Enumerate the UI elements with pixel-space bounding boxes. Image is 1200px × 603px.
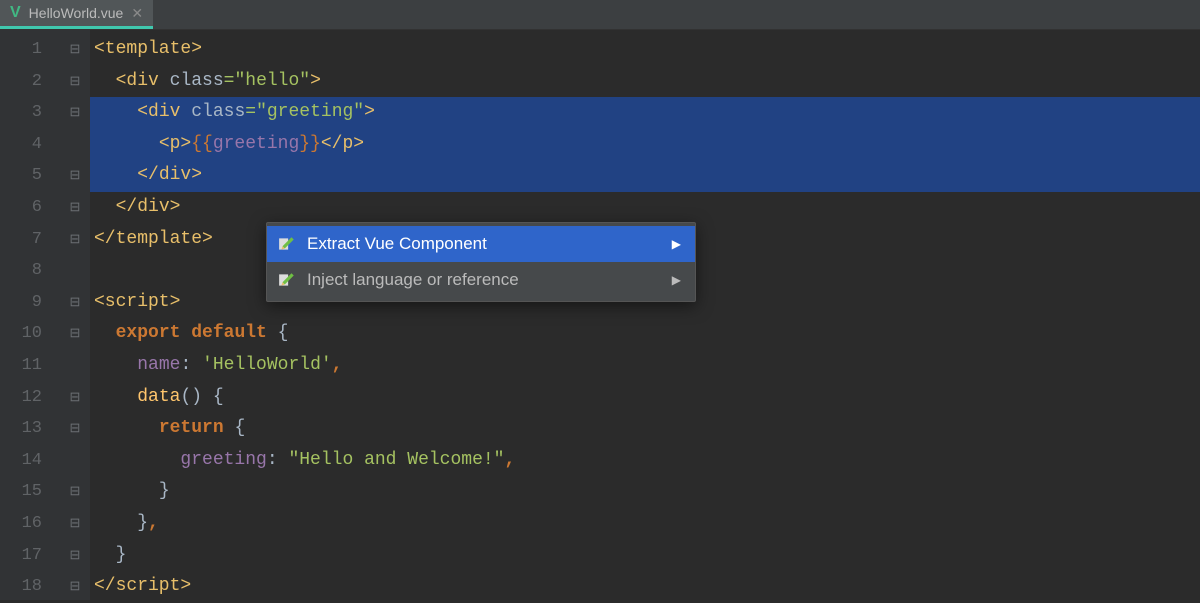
menu-item-label: Extract Vue Component	[307, 234, 487, 254]
code-line[interactable]: export default {	[90, 318, 1200, 350]
code-line[interactable]: return {	[90, 413, 1200, 445]
line-number: 16	[0, 508, 60, 540]
line-number: 5	[0, 160, 60, 192]
fold-marker[interactable]	[60, 508, 90, 540]
code-line[interactable]: <template>	[90, 34, 1200, 66]
fold-marker[interactable]	[60, 287, 90, 319]
code-line[interactable]: },	[90, 508, 1200, 540]
line-number: 2	[0, 66, 60, 98]
tab-bar: V HelloWorld.vue ✕	[0, 0, 1200, 30]
code-line[interactable]: </div>	[90, 192, 1200, 224]
menu-item-label: Inject language or reference	[307, 270, 519, 290]
fold-marker[interactable]	[60, 224, 90, 256]
fold-marker[interactable]	[60, 255, 90, 287]
line-number: 18	[0, 571, 60, 603]
line-number: 4	[0, 129, 60, 161]
line-number: 12	[0, 382, 60, 414]
code-line[interactable]: }	[90, 476, 1200, 508]
fold-marker[interactable]	[60, 350, 90, 382]
code-area[interactable]: <template> <div class="hello"> <div clas…	[90, 30, 1200, 600]
line-number: 14	[0, 445, 60, 477]
code-line[interactable]: </script>	[90, 571, 1200, 603]
menu-item-inject-language[interactable]: Inject language or reference ▶	[267, 262, 695, 298]
code-line[interactable]: name: 'HelloWorld',	[90, 350, 1200, 382]
line-number: 3	[0, 97, 60, 129]
pencil-icon	[277, 270, 297, 290]
code-line[interactable]: </div>	[90, 160, 1200, 192]
fold-gutter	[60, 30, 90, 600]
close-icon[interactable]: ✕	[131, 5, 143, 22]
fold-marker[interactable]	[60, 66, 90, 98]
context-menu: Extract Vue Component ▶ Inject language …	[266, 222, 696, 302]
fold-marker[interactable]	[60, 571, 90, 603]
fold-marker[interactable]	[60, 129, 90, 161]
fold-marker[interactable]	[60, 192, 90, 224]
menu-item-extract-vue-component[interactable]: Extract Vue Component ▶	[267, 226, 695, 262]
line-number: 11	[0, 350, 60, 382]
code-line[interactable]: }	[90, 540, 1200, 572]
fold-marker[interactable]	[60, 97, 90, 129]
line-number: 7	[0, 224, 60, 256]
line-number-gutter: 123456789101112131415161718	[0, 30, 60, 600]
editor: 123456789101112131415161718 <template> <…	[0, 30, 1200, 600]
line-number: 13	[0, 413, 60, 445]
code-line[interactable]: <div class="hello">	[90, 66, 1200, 98]
pencil-icon	[277, 234, 297, 254]
fold-marker[interactable]	[60, 413, 90, 445]
tab-filename: HelloWorld.vue	[29, 5, 124, 21]
line-number: 8	[0, 255, 60, 287]
line-number: 10	[0, 318, 60, 350]
fold-marker[interactable]	[60, 318, 90, 350]
line-number: 9	[0, 287, 60, 319]
code-line[interactable]: data() {	[90, 382, 1200, 414]
chevron-right-icon: ▶	[672, 237, 681, 251]
chevron-right-icon: ▶	[672, 273, 681, 287]
line-number: 6	[0, 192, 60, 224]
fold-marker[interactable]	[60, 160, 90, 192]
fold-marker[interactable]	[60, 382, 90, 414]
fold-marker[interactable]	[60, 476, 90, 508]
fold-marker[interactable]	[60, 445, 90, 477]
vue-file-icon: V	[10, 4, 21, 22]
fold-marker[interactable]	[60, 34, 90, 66]
file-tab[interactable]: V HelloWorld.vue ✕	[0, 0, 153, 29]
line-number: 1	[0, 34, 60, 66]
code-line[interactable]: <div class="greeting">	[90, 97, 1200, 129]
fold-marker[interactable]	[60, 540, 90, 572]
code-line[interactable]: greeting: "Hello and Welcome!",	[90, 445, 1200, 477]
line-number: 17	[0, 540, 60, 572]
line-number: 15	[0, 476, 60, 508]
code-line[interactable]: <p>{{greeting}}</p>	[90, 129, 1200, 161]
